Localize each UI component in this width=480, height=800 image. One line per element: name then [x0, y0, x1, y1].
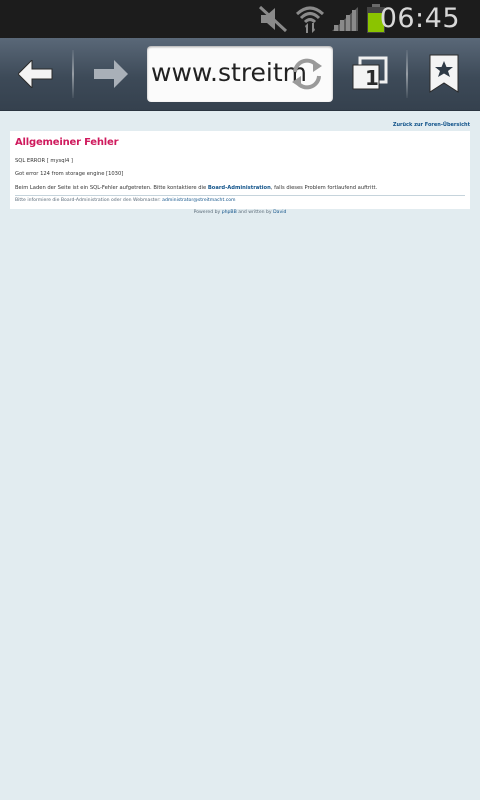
- error-message-before: Beim Laden der Seite ist ein SQL-Fehler …: [15, 185, 208, 191]
- sql-error-text: SQL ERROR [ mysql4 ]: [15, 158, 73, 164]
- back-button[interactable]: [0, 38, 72, 110]
- wifi-icon: [295, 6, 325, 33]
- url-field[interactable]: www.streitm: [147, 46, 333, 102]
- status-bar: 06:45: [0, 0, 480, 38]
- engine-error-text: Got error 124 from storage engine [1030]: [15, 171, 124, 177]
- bookmark-icon: [429, 54, 459, 93]
- signal-icon: [332, 7, 358, 31]
- mute-icon: [258, 5, 288, 33]
- windows-button[interactable]: 1: [334, 38, 406, 110]
- powered-by-footer: Powered by phpBB and written by David: [0, 210, 480, 215]
- status-clock: 06:45: [379, 3, 460, 34]
- tab-count: 1: [365, 66, 379, 90]
- powered-before: Powered by: [193, 210, 222, 215]
- board-admin-link[interactable]: Board-Administration: [208, 185, 271, 191]
- webmaster-notice: Bitte informiere die Board-Administratio…: [15, 198, 236, 203]
- back-to-forum-link[interactable]: Zurück zur Foren-Übersicht: [393, 122, 470, 128]
- error-message-after: , falls dieses Problem fortlaufend auftr…: [270, 185, 378, 191]
- notice-text: Bitte informiere die Board-Administratio…: [15, 198, 163, 203]
- page-title: Allgemeiner Fehler: [15, 137, 119, 148]
- url-text: www.streitm: [151, 58, 308, 87]
- bookmark-button[interactable]: [408, 38, 480, 110]
- author-link[interactable]: David: [273, 210, 286, 215]
- divider: [15, 195, 465, 196]
- forward-button[interactable]: [74, 38, 146, 110]
- forward-arrow-icon: [94, 60, 128, 88]
- error-message: Beim Laden der Seite ist ein SQL-Fehler …: [15, 185, 377, 191]
- reload-icon[interactable]: [289, 56, 325, 92]
- phpbb-link[interactable]: phpBB: [222, 210, 237, 215]
- admin-email-link[interactable]: administrator@streitmacht.com: [162, 198, 235, 203]
- browser-toolbar: www.streitm 1: [0, 38, 480, 111]
- powered-middle: and written by: [236, 210, 274, 215]
- back-arrow-icon: [18, 60, 53, 88]
